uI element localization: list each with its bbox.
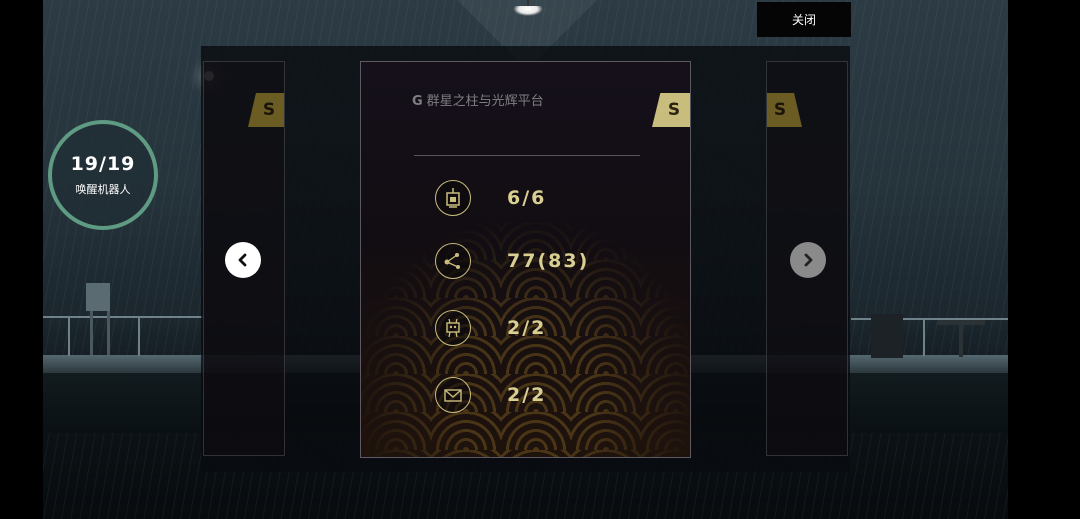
close-button[interactable]: 关闭 — [757, 2, 851, 37]
level-select-overlay: S S G 群星之柱与光辉平台 6/6 77(83) 2/2 2/2 S — [201, 46, 850, 472]
level-code: G — [412, 94, 423, 109]
stat-row-connections: 77(83) — [435, 241, 587, 281]
chevron-right-icon — [804, 253, 813, 267]
lantern-icon — [435, 180, 471, 216]
stat-value: 77(83) — [507, 250, 590, 272]
stat-row-lanterns: 6/6 — [435, 178, 544, 218]
next-level-button[interactable] — [790, 242, 826, 278]
background-robot-legs — [90, 311, 110, 355]
awakened-robots-counter: 19/19 唤醒机器人 — [48, 120, 158, 230]
robot-icon — [435, 310, 471, 346]
background-robot — [86, 283, 110, 311]
railing-post — [68, 316, 70, 356]
envelope-icon — [435, 377, 471, 413]
stat-row-robots: 2/2 — [435, 308, 544, 348]
rank-badge: S — [652, 93, 690, 127]
railing-post — [138, 316, 140, 356]
railing-post — [923, 318, 925, 356]
counter-value: 19/19 — [70, 153, 136, 175]
stat-row-letters: 2/2 — [435, 375, 544, 415]
railing — [43, 316, 203, 318]
chevron-left-icon — [238, 253, 247, 267]
rank-badge: S — [248, 93, 284, 127]
level-title: G 群星之柱与光辉平台 — [412, 93, 562, 110]
rank-badge: S — [767, 93, 802, 127]
connection-nodes-icon — [435, 243, 471, 279]
previous-level-button[interactable] — [225, 242, 261, 278]
background-crate — [871, 314, 903, 358]
stat-value: 2/2 — [507, 317, 547, 339]
stat-value: 6/6 — [507, 187, 547, 209]
counter-label: 唤醒机器人 — [75, 183, 131, 196]
level-name: 群星之柱与光辉平台 — [426, 94, 544, 109]
stat-value: 2/2 — [507, 384, 547, 406]
current-level-card: S G 群星之柱与光辉平台 6/6 77(83) 2/2 2/2 — [360, 61, 691, 458]
title-divider — [414, 155, 640, 156]
background-table-leg — [959, 325, 963, 357]
